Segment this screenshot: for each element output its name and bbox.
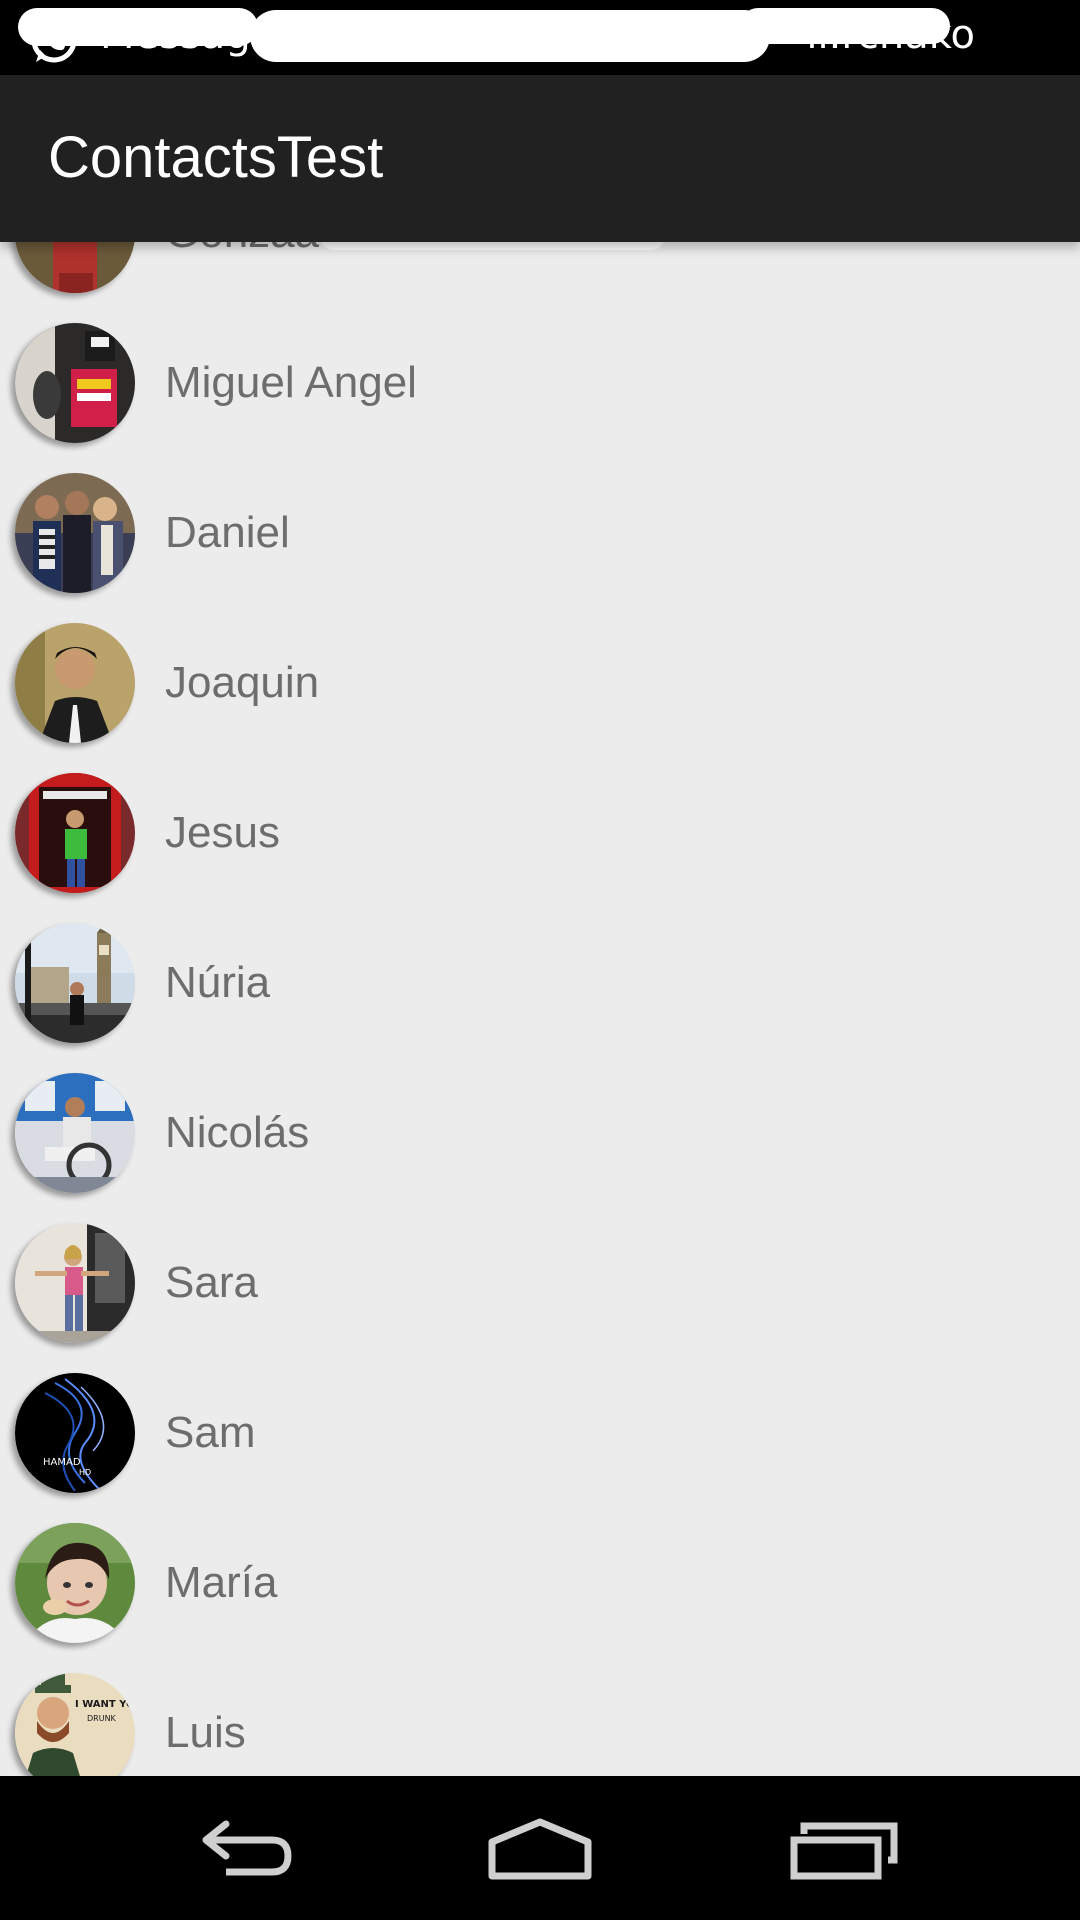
contact-avatar: I WANT YOU DRUNK <box>15 1673 135 1776</box>
contact-name: Luis <box>165 1708 246 1757</box>
contact-name: María <box>165 1558 278 1607</box>
contact-row[interactable]: Joaquin <box>0 608 1080 758</box>
screen: Messag ıl.rchako ContactsTest Gonzaa <box>0 0 1080 1920</box>
redaction-mark <box>250 10 770 62</box>
redaction-mark <box>740 8 950 44</box>
contact-avatar <box>15 242 135 293</box>
recents-icon <box>790 1822 898 1880</box>
redaction-mark <box>320 242 665 250</box>
contact-name: Jesus <box>165 808 280 857</box>
contact-avatar <box>15 323 135 443</box>
home-icon <box>488 1818 592 1880</box>
contact-name: Daniel <box>165 508 290 557</box>
contact-row[interactable]: I WANT YOU DRUNK Luis <box>0 1658 1080 1776</box>
back-button[interactable] <box>160 1798 320 1898</box>
contact-avatar <box>15 773 135 893</box>
contact-row[interactable]: Nicolás <box>0 1058 1080 1208</box>
contact-row[interactable]: Sara <box>0 1208 1080 1358</box>
action-bar: ContactsTest <box>0 75 1080 242</box>
contact-list[interactable]: Gonzaa Miguel Angel <box>0 242 1080 1776</box>
recents-button[interactable] <box>764 1798 924 1898</box>
contact-row[interactable]: María <box>0 1508 1080 1658</box>
navigation-bar <box>0 1776 1080 1920</box>
poster-text: I WANT YOU <box>75 1699 135 1710</box>
contact-row[interactable]: HAMAD HD Sam <box>0 1358 1080 1508</box>
contact-row[interactable]: Gonzaa <box>0 242 1080 308</box>
contact-avatar: HAMAD HD <box>15 1373 135 1493</box>
contact-name: Núria <box>165 958 271 1007</box>
contact-avatar <box>15 473 135 593</box>
contact-row[interactable]: Daniel <box>0 458 1080 608</box>
contact-name: Nicolás <box>165 1108 310 1157</box>
poster-subtext: DRUNK <box>87 1714 117 1723</box>
back-icon <box>202 1820 292 1876</box>
contact-row[interactable]: Núria <box>0 908 1080 1058</box>
status-bar: Messag ıl.rchako <box>0 0 1080 75</box>
contact-avatar <box>15 1523 135 1643</box>
app-title: ContactsTest <box>48 125 384 190</box>
redaction-mark <box>18 8 258 46</box>
contact-avatar <box>15 923 135 1043</box>
contact-row[interactable]: Miguel Angel <box>0 308 1080 458</box>
contact-name: Miguel Angel <box>165 358 417 407</box>
hamad-hd-logo-subtext: HD <box>79 1468 91 1477</box>
contact-name: Joaquin <box>165 658 320 707</box>
contact-avatar <box>15 623 135 743</box>
contact-avatar <box>15 1223 135 1343</box>
contact-name: Sara <box>165 1258 258 1307</box>
contact-avatar <box>15 1073 135 1193</box>
contact-name: Gonzaa <box>165 242 319 260</box>
contact-row[interactable]: Jesus <box>0 758 1080 908</box>
contact-name: Sam <box>165 1408 256 1457</box>
hamad-hd-logo-text: HAMAD <box>43 1457 81 1468</box>
home-button[interactable] <box>460 1798 620 1898</box>
